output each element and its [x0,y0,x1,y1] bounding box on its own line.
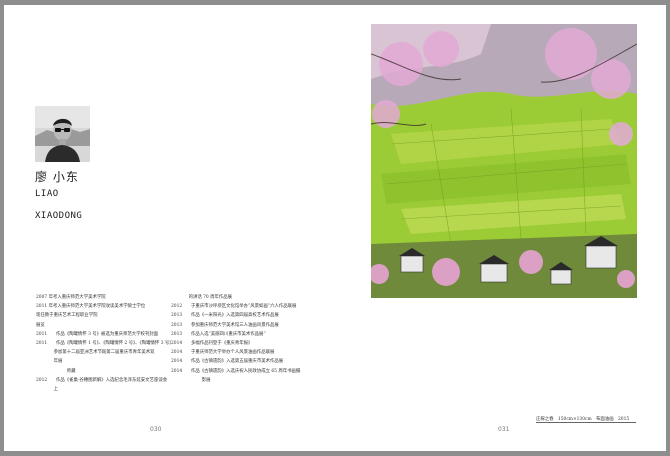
book-spread: 廖 小东 LIAO XIAODONG 2007 年考入重庆师范大学美术学院 20… [4,5,666,451]
bio-line: 2011 年考入重庆师范大学美术学院攻读美术学硕士学位 [36,304,146,310]
bio-line: 2014 作品《古镇遗韵》入选第五届重庆市美术作品展 [171,359,284,365]
artist-name-english-surname: LIAO [35,189,59,199]
page-number-right: 031 [498,426,510,433]
bio-line: 的讲话 70 周年作品展 [171,295,233,300]
bio-line: 2013 作品入选“美丽四川重庆市美术作品展” [171,331,266,337]
bio-line: 2013 参加重庆师范大学美术馆三人油画风景作品展 [171,322,279,328]
artist-name-chinese: 廖 小东 [35,170,79,184]
landscape-painting [371,24,637,298]
bio-line: 参加第十二届亚洲艺术节既第二届重庆市青年美术双 [36,350,155,356]
artist-portrait [35,106,90,162]
bio-line: 年展 [36,359,63,365]
biography-column-right: 的讲话 70 周年作品展 2012 于重庆市沙坪坝区文化馆举办“风景如画”六人作… [171,293,321,385]
bio-line: 2014 多幅作品刊登于《重庆青年报》 [171,340,253,346]
bio-line: 2013 作品《一米阳光》入选第四届高校艺术作品展 [171,313,279,319]
bio-line: 2011 作品《陶罐情怀 3 号》被选为重庆师范大学校刊封面 [36,331,159,337]
bio-line: 2012 于重庆市沙坪坝区文化馆举办“风景如画”六人作品联展 [171,304,297,310]
bio-line: 2007 年考入重庆师范大学美术学院 [36,295,106,300]
bio-line: 展览 [36,322,45,328]
bio-line: 2011 作品《陶罐情怀 1 号》、《陶罐情怀 2 号》、《陶罐情怀 3 号》 [36,340,171,346]
bio-line: 影展 [171,377,211,383]
bio-line: 师藏 [36,368,76,374]
artist-name-english-given: XIAODONG [35,211,83,221]
caption-rule [536,422,636,423]
bio-line: 2012 作品《雀巢·谷穗图新解》入选纪念毛泽东延安文艺座谈会 [36,377,168,383]
bio-line: 上 [36,386,58,392]
bio-line: 2014 作品《古镇遗韵》入选庆祝人民政协成立 65 周年书画摄 [171,368,301,374]
page-number-left: 030 [150,426,162,433]
biography-column-left: 2007 年考入重庆师范大学美术学院 2011 年考入重庆师范大学美术学院攻读美… [36,293,171,394]
bio-line: 2014 于重庆师范大学举办个人风景油画作品联展 [171,350,275,356]
bio-line: 现任教于重庆艺术工程职业学院 [36,313,98,319]
